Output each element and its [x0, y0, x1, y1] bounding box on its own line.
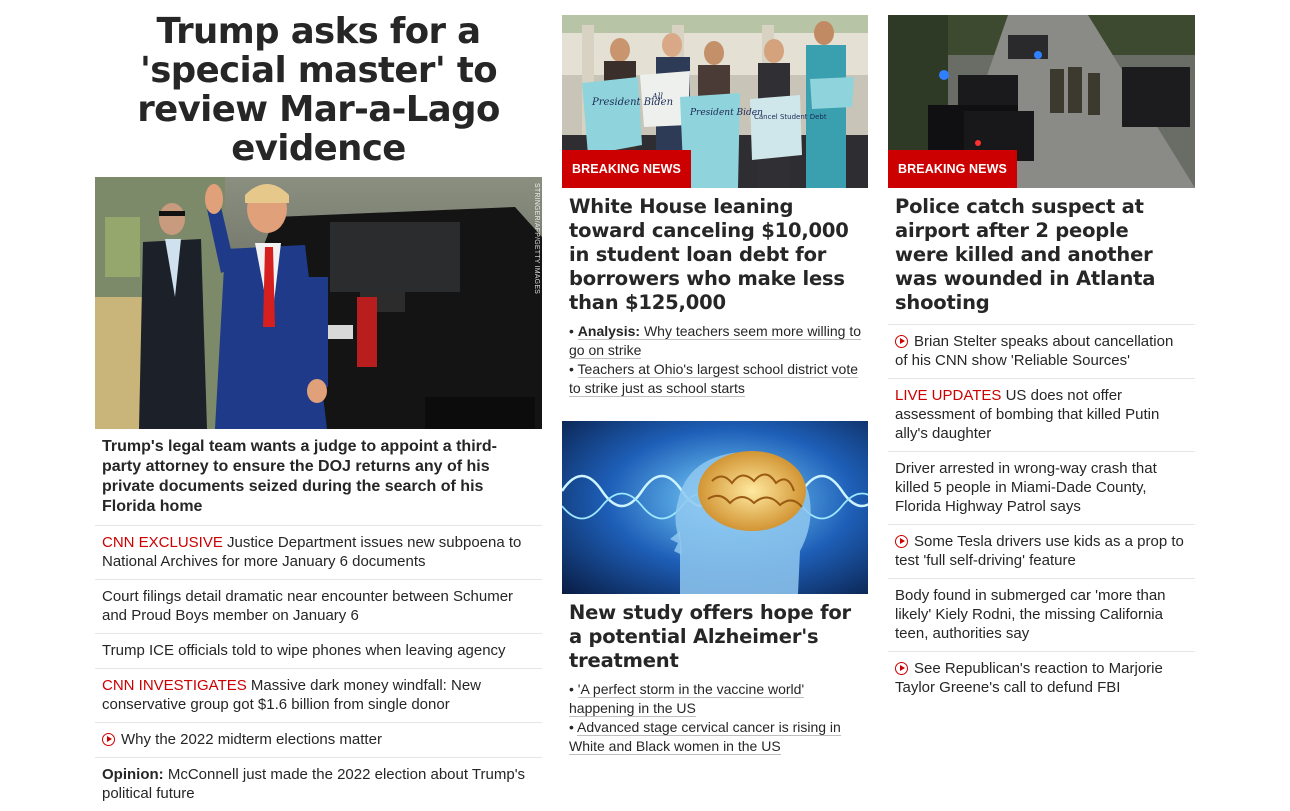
breaking-news-badge: BREAKING NEWS	[562, 150, 691, 188]
related-link[interactable]: • Teachers at Ohio's largest school dist…	[569, 360, 861, 398]
lead-headline[interactable]: Trump asks for a 'special master' to rev…	[95, 12, 542, 168]
kicker-label: LIVE UPDATES	[895, 387, 1002, 404]
play-icon	[895, 535, 908, 548]
list-item-text[interactable]: Some Tesla drivers use kids as a prop to…	[895, 533, 1184, 569]
related-links: • 'A perfect storm in the vaccine world'…	[562, 673, 868, 756]
card-headline[interactable]: Police catch suspect at airport after 2 …	[888, 188, 1195, 315]
play-icon	[895, 335, 908, 348]
kicker-label: CNN INVESTIGATES	[102, 677, 247, 694]
list-item-text[interactable]: Why the 2022 midterm elections matter	[121, 731, 382, 748]
alzheimers-card: New study offers hope for a potential Al…	[562, 421, 868, 756]
list-item[interactable]: Brian Stelter speaks about cancellation …	[888, 324, 1195, 378]
lead-photo[interactable]: STRINGER/AFP/GETTY IMAGES	[95, 177, 542, 429]
list-item-text[interactable]: Court filings detail dramatic near encou…	[102, 588, 513, 624]
atlanta-shooting-photo[interactable]: BREAKING NEWS	[888, 15, 1195, 188]
play-icon	[102, 733, 115, 746]
list-item[interactable]: LIVE UPDATES US does not offer assessmen…	[888, 378, 1195, 451]
analysis-label: Analysis:	[577, 323, 641, 339]
list-item[interactable]: CNN INVESTIGATES Massive dark money wind…	[95, 669, 542, 723]
breaking-news-badge: BREAKING NEWS	[888, 150, 1017, 188]
right-column: BREAKING NEWS Police catch suspect at ai…	[888, 15, 1195, 705]
related-link-text[interactable]: Teachers at Ohio's largest school distri…	[569, 361, 859, 397]
middle-column: President Biden All President Biden Canc…	[562, 15, 868, 756]
sign-text: Cancel Student Debt	[754, 113, 827, 121]
student-loan-photo[interactable]: President Biden All President Biden Canc…	[562, 15, 868, 188]
related-links: • Analysis: Why teachers seem more willi…	[562, 315, 868, 398]
sign-text: President Biden	[689, 108, 763, 118]
list-item[interactable]: CNN EXCLUSIVE Justice Department issues …	[95, 526, 542, 580]
related-link-text[interactable]: Advanced stage cervical cancer is rising…	[569, 719, 841, 755]
related-link[interactable]: • 'A perfect storm in the vaccine world'…	[569, 680, 861, 718]
kicker-label: CNN EXCLUSIVE	[102, 534, 223, 551]
opinion-label: Opinion:	[102, 766, 164, 783]
related-link[interactable]: • Advanced stage cervical cancer is risi…	[569, 718, 861, 756]
list-item[interactable]: Body found in submerged car 'more than l…	[888, 578, 1195, 651]
list-item-text[interactable]: Brian Stelter speaks about cancellation …	[895, 333, 1173, 369]
list-item-text[interactable]: McConnell just made the 2022 election ab…	[102, 766, 525, 802]
list-item[interactable]: Court filings detail dramatic near encou…	[95, 580, 542, 634]
card-headline[interactable]: White House leaning toward canceling $10…	[562, 188, 868, 315]
sign-text: All	[651, 92, 663, 101]
related-link[interactable]: • Analysis: Why teachers seem more willi…	[569, 322, 862, 360]
card-headline[interactable]: New study offers hope for a potential Al…	[562, 594, 868, 673]
alzheimers-photo[interactable]	[562, 421, 868, 594]
list-item[interactable]: Driver arrested in wrong-way crash that …	[888, 451, 1195, 524]
list-item[interactable]: Some Tesla drivers use kids as a prop to…	[888, 524, 1195, 578]
list-item-text[interactable]: Body found in submerged car 'more than l…	[895, 587, 1166, 642]
list-item[interactable]: Opinion: McConnell just made the 2022 el…	[95, 758, 542, 811]
list-item-text[interactable]: See Republican's reaction to Marjorie Ta…	[895, 660, 1163, 696]
right-column-list: Brian Stelter speaks about cancellation …	[888, 324, 1195, 705]
list-item-text[interactable]: Trump ICE officials told to wipe phones …	[102, 642, 506, 659]
photo-credit: STRINGER/AFP/GETTY IMAGES	[533, 183, 540, 295]
lead-summary-link[interactable]: Trump's legal team wants a judge to appo…	[95, 429, 542, 526]
list-item[interactable]: Why the 2022 midterm elections matter	[95, 723, 542, 758]
lead-story-column: Trump asks for a 'special master' to rev…	[95, 12, 542, 811]
play-icon	[895, 662, 908, 675]
list-item-text[interactable]: Driver arrested in wrong-way crash that …	[895, 460, 1157, 515]
student-loan-card: President Biden All President Biden Canc…	[562, 15, 868, 398]
related-link-text[interactable]: 'A perfect storm in the vaccine world' h…	[569, 681, 805, 717]
list-item[interactable]: Trump ICE officials told to wipe phones …	[95, 634, 542, 669]
list-item[interactable]: See Republican's reaction to Marjorie Ta…	[888, 651, 1195, 705]
